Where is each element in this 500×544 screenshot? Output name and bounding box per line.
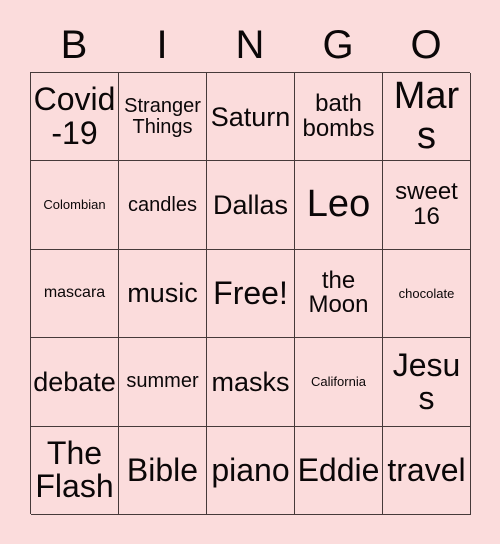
bingo-cell-label: sweet 16 <box>395 178 458 231</box>
bingo-cell-label: chocolate <box>398 285 455 301</box>
bingo-cell-label: Saturn <box>210 101 291 132</box>
bingo-cell-label: California <box>311 374 366 390</box>
bingo-cell-label: music <box>127 278 198 309</box>
bingo-cell[interactable]: Leo <box>295 161 383 250</box>
bingo-cell-label: Leo <box>306 183 371 226</box>
bingo-cell-label: Eddie <box>297 451 380 488</box>
bingo-cell[interactable]: piano <box>207 426 295 515</box>
bingo-cell-label: the Moon <box>308 266 369 319</box>
bingo-cell[interactable]: Eddie <box>295 426 383 515</box>
bingo-cell[interactable]: Mars <box>383 73 471 162</box>
header-letter-b: B <box>60 23 88 67</box>
bingo-cell[interactable]: Dallas <box>207 161 295 250</box>
bingo-cell[interactable]: Colombian <box>31 161 119 250</box>
bingo-grid: Covid-19 Stranger Things Saturn bath bombs M… <box>30 72 471 515</box>
bingo-cell[interactable]: bath bombs <box>295 73 383 162</box>
header-letter-g: G <box>322 23 354 67</box>
bingo-card: B I N G O Covid-19 Stranger Things Saturn b… <box>0 0 500 544</box>
bingo-cell-label: Bible <box>126 451 199 488</box>
bingo-cell-label: piano <box>211 451 290 488</box>
bingo-cell[interactable]: the Moon <box>295 249 383 339</box>
bingo-cell-label: candles <box>128 193 197 216</box>
bingo-cell[interactable]: mascara <box>31 249 119 339</box>
bingo-cell-label: Mars <box>393 75 460 157</box>
bingo-cell-label: Jesus <box>392 346 461 416</box>
bingo-cell[interactable]: The Flash <box>31 426 119 515</box>
bingo-cell[interactable]: Saturn <box>207 73 295 162</box>
bingo-cell[interactable]: Bible <box>119 426 207 515</box>
bingo-cell[interactable]: candles <box>119 161 207 250</box>
bingo-cell[interactable]: Jesus <box>383 338 471 427</box>
bingo-cell-label: Colombian <box>43 197 106 213</box>
bingo-cell[interactable]: Covid-19 <box>31 73 119 162</box>
bingo-cell-label: masks <box>211 366 290 397</box>
bingo-cell[interactable]: travel <box>383 426 471 515</box>
bingo-cell-label: The Flash <box>35 434 114 505</box>
bingo-cell-label: Dallas <box>212 190 289 221</box>
bingo-cell[interactable]: summer <box>119 338 207 427</box>
bingo-header: B I N G O <box>30 18 470 72</box>
bingo-cell[interactable]: California <box>295 338 383 427</box>
bingo-cell[interactable]: music <box>119 249 207 339</box>
bingo-cell[interactable]: Stranger Things <box>119 73 207 162</box>
header-letter-o: O <box>410 23 442 67</box>
header-letter-i: I <box>156 23 168 67</box>
bingo-cell-label: bath bombs <box>302 89 375 142</box>
bingo-cell-label: Covid-19 <box>33 81 116 151</box>
bingo-cell-label: debate <box>33 366 116 397</box>
bingo-cell-label: mascara <box>43 284 106 302</box>
bingo-cell-label: travel <box>387 451 466 488</box>
bingo-cell-label: Stranger Things <box>124 94 201 138</box>
bingo-cell[interactable]: Free! <box>207 249 295 339</box>
bingo-cell-label: Free! <box>213 274 288 311</box>
bingo-cell[interactable]: masks <box>207 338 295 427</box>
bingo-cell[interactable]: debate <box>31 338 119 427</box>
bingo-cell-label: summer <box>126 370 199 393</box>
bingo-cell[interactable]: sweet 16 <box>383 161 471 250</box>
bingo-cell[interactable]: chocolate <box>383 249 471 339</box>
header-letter-n: N <box>235 23 265 67</box>
